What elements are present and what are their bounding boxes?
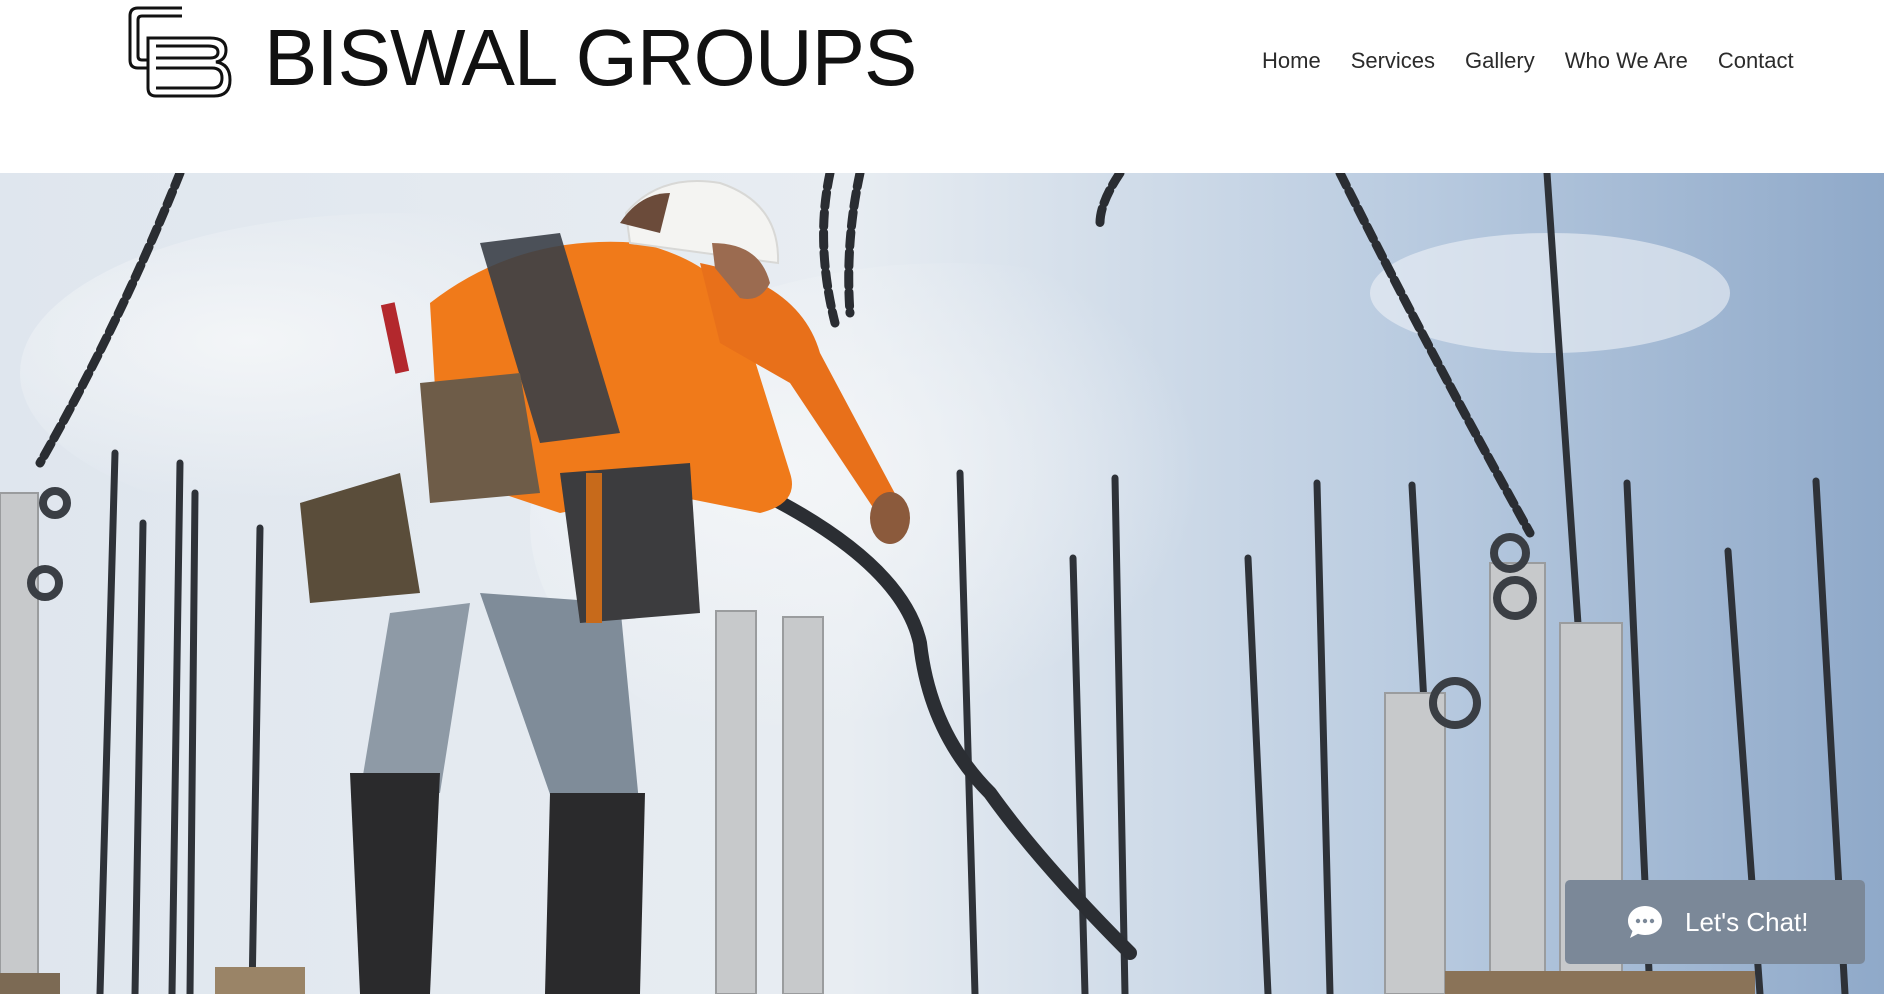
nav-home[interactable]: Home [1262,46,1321,76]
hero-section [0,173,1884,994]
brand-name[interactable]: BISWAL GROUPS [264,10,917,106]
chat-label: Let's Chat! [1685,906,1809,937]
nav-services[interactable]: Services [1351,46,1435,76]
site-header: BISWAL GROUPS Home Services Gallery Who … [0,0,1884,173]
nav-gallery[interactable]: Gallery [1465,46,1535,76]
construction-worker-photo [0,173,1884,994]
main-nav: Home Services Gallery Who We Are Contact [1262,46,1794,76]
nav-contact[interactable]: Contact [1718,46,1794,76]
nav-who-we-are[interactable]: Who We Are [1565,46,1688,76]
lets-chat-button[interactable]: Let's Chat! [1565,880,1865,964]
chat-bubble-icon [1628,906,1662,938]
bg-monogram-logo-icon[interactable] [126,4,234,98]
